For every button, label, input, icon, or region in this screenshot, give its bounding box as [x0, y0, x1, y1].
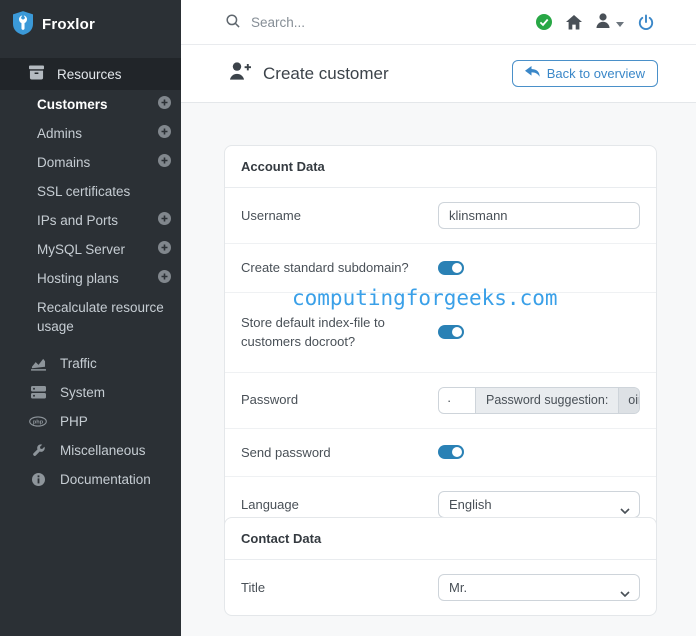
sidebar-item-documentation[interactable]: Documentation [0, 465, 181, 494]
password-suggestion-value[interactable]: oin [618, 387, 639, 413]
sidebar-item-ips-and-ports[interactable]: IPs and Ports [0, 206, 181, 235]
form-row-password: Password Password suggestion: oin [225, 371, 656, 428]
create-standard-subdomain-toggle[interactable] [438, 260, 464, 275]
status-check-icon[interactable] [536, 14, 552, 30]
sidebar-item-label: Domains [37, 155, 91, 170]
plus-circle-icon[interactable] [158, 124, 171, 143]
person-plus-icon [229, 62, 252, 85]
user-menu[interactable] [596, 13, 624, 31]
chart-icon [29, 357, 47, 371]
caret-down-icon [616, 15, 624, 30]
sidebar-item-label: System [60, 385, 106, 400]
plus-circle-icon[interactable] [158, 211, 171, 230]
sidebar-item-resources[interactable]: Resources [0, 58, 181, 90]
php-icon: php [29, 416, 47, 427]
create-standard-subdomain-label: Create standard subdomain? [241, 260, 409, 275]
sidebar-item-label: Customers [37, 97, 108, 112]
back-to-overview-button[interactable]: Back to overview [511, 60, 658, 87]
form-row-title: Title Mr. [225, 560, 656, 615]
sidebar-item-traffic[interactable]: Traffic [0, 349, 181, 378]
form-row-store-default-index: Store default index-file to customers do… [225, 291, 656, 372]
sidebar-item-ssl-certificates[interactable]: SSL certificates [0, 177, 181, 206]
content-area: Account Data Username Create standard su… [181, 104, 696, 636]
sidebar-nav: Resources Customers Admins Domains SSL c… [0, 58, 181, 494]
contact-data-card: Contact Data Title Mr. [224, 517, 657, 616]
sidebar-item-label: Miscellaneous [60, 443, 146, 458]
home-icon[interactable] [566, 14, 582, 30]
section-title-contact-data: Contact Data [225, 518, 656, 560]
plus-circle-icon[interactable] [158, 240, 171, 259]
info-icon [29, 473, 47, 486]
server-icon [29, 386, 47, 399]
password-label: Password [241, 392, 299, 408]
form-row-send-password: Send password [225, 427, 656, 477]
password-suggestion-label: Password suggestion: [486, 393, 609, 407]
reply-arrow-icon [524, 66, 540, 81]
sidebar-item-system[interactable]: System [0, 378, 181, 407]
sidebar-item-php[interactable]: php PHP [0, 407, 181, 436]
title-label: Title [241, 579, 266, 595]
sidebar-item-customers[interactable]: Customers [0, 90, 181, 119]
sidebar-item-label: MySQL Server [37, 242, 126, 257]
page-title: Create customer [263, 63, 389, 83]
sidebar-item-label: IPs and Ports [37, 213, 119, 228]
password-input[interactable] [439, 387, 476, 413]
plus-circle-icon[interactable] [158, 95, 171, 114]
form-row-create-standard-subdomain: Create standard subdomain? [225, 243, 656, 292]
send-password-label: Send password [241, 444, 331, 460]
froxlor-shield-icon [13, 11, 33, 38]
sidebar-item-label: PHP [60, 414, 88, 429]
sidebar-item-label: SSL certificates [37, 184, 131, 199]
title-select[interactable]: Mr. [438, 574, 640, 601]
username-input[interactable] [438, 202, 640, 229]
sidebar-item-domains[interactable]: Domains [0, 148, 181, 177]
back-to-overview-label: Back to overview [546, 66, 645, 81]
box-icon [29, 65, 44, 83]
sidebar-item-mysql-server[interactable]: MySQL Server [0, 235, 181, 264]
store-default-index-toggle[interactable] [438, 325, 464, 339]
sidebar-item-label: Hosting plans [37, 271, 119, 286]
svg-text:php: php [33, 420, 44, 426]
sidebar: Froxlor Resources Customers Admins Domai… [0, 0, 181, 636]
sidebar-item-label: Resources [57, 66, 122, 82]
search-input[interactable] [251, 14, 441, 30]
sidebar-item-label: Recalculate resource usage [37, 300, 164, 334]
brand-logo[interactable]: Froxlor [0, 0, 181, 48]
sidebar-item-label: Documentation [60, 472, 151, 487]
power-icon[interactable] [638, 14, 654, 31]
section-title-account-data: Account Data [225, 146, 656, 188]
wrench-icon [29, 444, 47, 457]
form-row-username: Username [225, 188, 656, 243]
topbar [181, 0, 696, 45]
sidebar-item-label: Traffic [60, 356, 97, 371]
page-title-block: Create customer [229, 62, 389, 85]
sidebar-item-miscellaneous[interactable]: Miscellaneous [0, 436, 181, 465]
plus-circle-icon[interactable] [158, 153, 171, 172]
sidebar-item-admins[interactable]: Admins [0, 119, 181, 148]
search-box[interactable] [226, 13, 441, 31]
language-select[interactable]: English [438, 491, 640, 518]
sidebar-item-hosting-plans[interactable]: Hosting plans [0, 264, 181, 293]
plus-circle-icon[interactable] [158, 269, 171, 288]
topbar-icons [536, 13, 654, 31]
send-password-toggle[interactable] [438, 445, 464, 460]
page-header: Create customer Back to overview [181, 45, 696, 103]
user-icon [596, 13, 610, 31]
sidebar-item-recalculate-resource-usage[interactable]: Recalculate resource usage [0, 293, 181, 341]
account-data-card: Account Data Username Create standard su… [224, 145, 657, 533]
sidebar-item-label: Admins [37, 126, 83, 141]
language-label: Language [241, 496, 299, 512]
password-input-group: Password suggestion: oin [438, 386, 640, 414]
search-icon [226, 13, 240, 31]
store-default-index-label: Store default index-file to customers do… [241, 314, 385, 350]
username-label: Username [241, 207, 301, 223]
brand-name: Froxlor [42, 16, 96, 33]
